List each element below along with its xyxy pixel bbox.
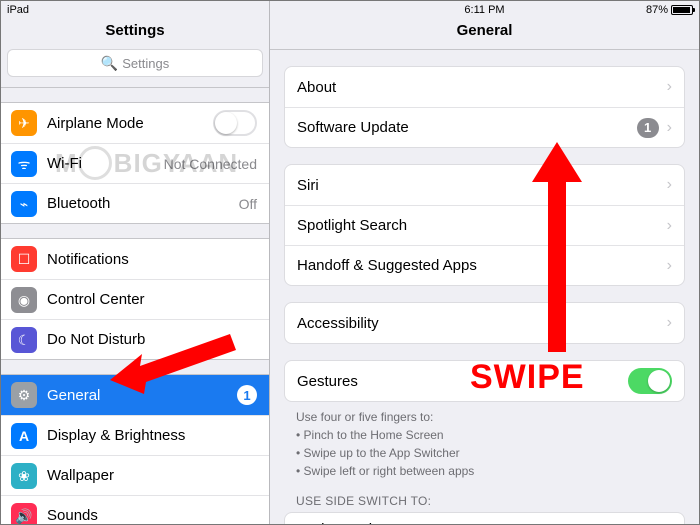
detail-row-spotlight[interactable]: Spotlight Search › bbox=[285, 205, 684, 245]
sidebar-item-label: Bluetooth bbox=[47, 195, 110, 212]
sidebar-item-wallpaper[interactable]: ❀ Wallpaper bbox=[1, 455, 269, 495]
detail-group-accessibility: Accessibility › bbox=[284, 302, 685, 344]
chevron-right-icon: › bbox=[667, 78, 672, 96]
status-bar-right: 6:11 PM 87% bbox=[270, 1, 699, 18]
sidebar-item-label: General bbox=[47, 387, 100, 404]
sidebar-item-label: Airplane Mode bbox=[47, 115, 144, 132]
wallpaper-icon: ❀ bbox=[11, 463, 37, 489]
detail-group-side-switch: Lock Rotation bbox=[284, 512, 685, 524]
chevron-right-icon: › bbox=[667, 314, 672, 332]
detail-row-accessibility[interactable]: Accessibility › bbox=[285, 303, 684, 343]
search-icon: 🔍 bbox=[101, 56, 118, 70]
detail-row-handoff[interactable]: Handoff & Suggested Apps › bbox=[285, 245, 684, 285]
gestures-footer: Use four or five fingers to: • Pinch to … bbox=[284, 402, 685, 480]
battery-indicator: 87% bbox=[646, 4, 693, 16]
detail-row-label: Siri bbox=[297, 177, 319, 194]
gestures-toggle[interactable] bbox=[628, 368, 672, 394]
sidebar-item-airplane-mode[interactable]: ✈ Airplane Mode bbox=[1, 103, 269, 143]
sidebar-item-label: Control Center bbox=[47, 291, 145, 308]
detail-row-label: Gestures bbox=[297, 373, 358, 390]
detail-group-gestures: Gestures bbox=[284, 360, 685, 402]
general-badge: 1 bbox=[237, 385, 257, 405]
device-label: iPad bbox=[7, 4, 29, 16]
sidebar-item-label: Sounds bbox=[47, 507, 98, 524]
sidebar-item-notifications[interactable]: ☐ Notifications bbox=[1, 239, 269, 279]
wifi-icon: ᯤ bbox=[11, 151, 37, 177]
general-icon: ⚙ bbox=[11, 382, 37, 408]
display-icon: A bbox=[11, 423, 37, 449]
detail-pane: 6:11 PM 87% General About › Software Upd… bbox=[270, 1, 699, 524]
sidebar-group-connectivity: ✈ Airplane Mode ᯤ Wi-Fi Not Connected ⌁ … bbox=[1, 102, 269, 224]
chevron-right-icon: › bbox=[667, 119, 672, 137]
detail-row-label: Software Update bbox=[297, 119, 409, 136]
sounds-icon: 🔊 bbox=[11, 503, 37, 525]
search-wrap: 🔍 Settings bbox=[1, 45, 269, 88]
chevron-right-icon: › bbox=[667, 257, 672, 275]
sidebar-item-control-center[interactable]: ◉ Control Center bbox=[1, 279, 269, 319]
detail-group-about: About › Software Update 1 › bbox=[284, 66, 685, 148]
sidebar-item-do-not-disturb[interactable]: ☾ Do Not Disturb bbox=[1, 319, 269, 359]
sidebar-item-label: Notifications bbox=[47, 251, 129, 268]
battery-icon bbox=[671, 5, 693, 15]
sidebar-item-display-brightness[interactable]: A Display & Brightness bbox=[1, 415, 269, 455]
detail-row-software-update[interactable]: Software Update 1 › bbox=[285, 107, 684, 147]
bluetooth-icon: ⌁ bbox=[11, 191, 37, 217]
detail-row-gestures[interactable]: Gestures bbox=[285, 361, 684, 401]
sidebar-title: Settings bbox=[1, 18, 269, 45]
sidebar-item-sounds[interactable]: 🔊 Sounds bbox=[1, 495, 269, 524]
chevron-right-icon: › bbox=[667, 217, 672, 235]
sidebar-item-label: Wallpaper bbox=[47, 467, 114, 484]
sidebar-group-notifications: ☐ Notifications ◉ Control Center ☾ Do No… bbox=[1, 238, 269, 360]
detail-row-lock-rotation[interactable]: Lock Rotation bbox=[285, 513, 684, 524]
search-input[interactable]: 🔍 Settings bbox=[7, 49, 263, 77]
dnd-icon: ☾ bbox=[11, 327, 37, 353]
sidebar-item-general[interactable]: ⚙ General 1 bbox=[1, 375, 269, 415]
detail-title: General bbox=[270, 18, 699, 50]
detail-row-label: Spotlight Search bbox=[297, 217, 407, 234]
sidebar-item-label: Do Not Disturb bbox=[47, 331, 145, 348]
detail-row-label: Accessibility bbox=[297, 315, 379, 332]
sidebar-item-wifi[interactable]: ᯤ Wi-Fi Not Connected bbox=[1, 143, 269, 183]
airplane-icon: ✈ bbox=[11, 110, 37, 136]
detail-group-siri: Siri › Spotlight Search › Handoff & Sugg… bbox=[284, 164, 685, 286]
sidebar-item-label: Display & Brightness bbox=[47, 427, 185, 444]
sidebar-group-general: ⚙ General 1 A Display & Brightness ❀ Wal… bbox=[1, 374, 269, 524]
detail-scroll[interactable]: About › Software Update 1 › Siri › Spotl… bbox=[270, 50, 699, 524]
wifi-value: Not Connected bbox=[164, 156, 257, 172]
status-time: 6:11 PM bbox=[464, 4, 504, 16]
update-badge: 1 bbox=[637, 118, 659, 138]
settings-sidebar: iPad Settings 🔍 Settings ✈ Airplane Mode… bbox=[1, 1, 270, 524]
detail-row-label: Lock Rotation bbox=[297, 521, 389, 525]
sidebar-item-label: Wi-Fi bbox=[47, 155, 82, 172]
detail-row-label: About bbox=[297, 79, 336, 96]
control-center-icon: ◉ bbox=[11, 287, 37, 313]
sidebar-item-bluetooth[interactable]: ⌁ Bluetooth Off bbox=[1, 183, 269, 223]
chevron-right-icon: › bbox=[667, 176, 672, 194]
detail-row-about[interactable]: About › bbox=[285, 67, 684, 107]
detail-row-siri[interactable]: Siri › bbox=[285, 165, 684, 205]
airplane-toggle[interactable] bbox=[213, 110, 257, 136]
status-bar-left: iPad bbox=[1, 1, 269, 18]
bluetooth-value: Off bbox=[239, 196, 257, 212]
side-switch-caption: USE SIDE SWITCH TO: bbox=[284, 480, 685, 512]
search-placeholder: Settings bbox=[122, 56, 169, 71]
battery-percent: 87% bbox=[646, 4, 668, 16]
detail-row-label: Handoff & Suggested Apps bbox=[297, 257, 477, 274]
notifications-icon: ☐ bbox=[11, 246, 37, 272]
